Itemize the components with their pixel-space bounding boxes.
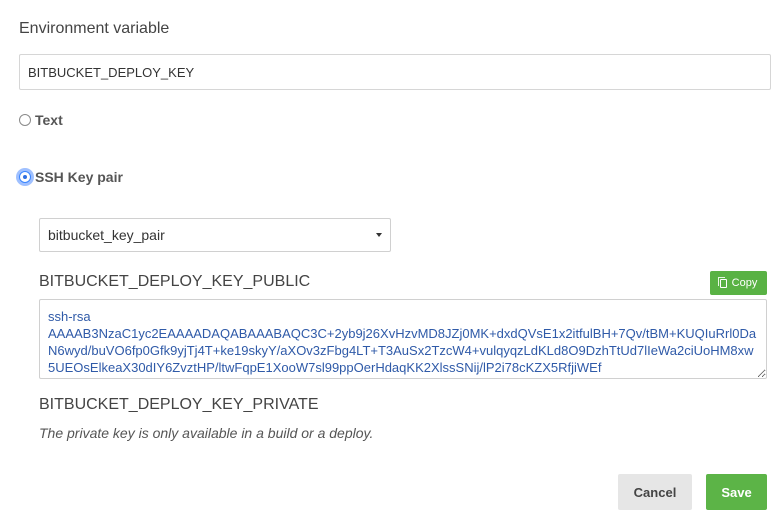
key-pair-select[interactable]: bitbucket_key_pair bbox=[39, 218, 391, 252]
radio-text[interactable] bbox=[19, 114, 31, 126]
caret-down-icon bbox=[376, 233, 382, 237]
radio-option-ssh-key-pair[interactable]: SSH Key pair bbox=[19, 169, 123, 185]
cancel-button[interactable]: Cancel bbox=[618, 474, 692, 510]
variable-name-input[interactable] bbox=[19, 54, 771, 90]
page-title: Environment variable bbox=[19, 20, 170, 37]
copy-button-label: Copy bbox=[731, 277, 758, 289]
public-key-label: BITBUCKET_DEPLOY_KEY_PUBLIC bbox=[39, 273, 311, 290]
copy-icon bbox=[717, 276, 727, 288]
save-button[interactable]: Save bbox=[706, 474, 767, 510]
radio-ssh-key-pair[interactable] bbox=[19, 171, 31, 183]
key-pair-select-value: bitbucket_key_pair bbox=[48, 227, 165, 243]
radio-option-text[interactable]: Text bbox=[19, 112, 63, 128]
private-key-note: The private key is only available in a b… bbox=[39, 425, 374, 441]
radio-ssh-key-pair-label: SSH Key pair bbox=[35, 169, 123, 185]
public-key-textarea[interactable]: ssh-rsa AAAAB3NzaC1yc2EAAAADAQABAAABAQC3… bbox=[39, 299, 767, 379]
radio-text-label: Text bbox=[35, 112, 63, 128]
private-key-label: BITBUCKET_DEPLOY_KEY_PRIVATE bbox=[39, 396, 319, 413]
copy-button[interactable]: Copy bbox=[710, 271, 767, 295]
